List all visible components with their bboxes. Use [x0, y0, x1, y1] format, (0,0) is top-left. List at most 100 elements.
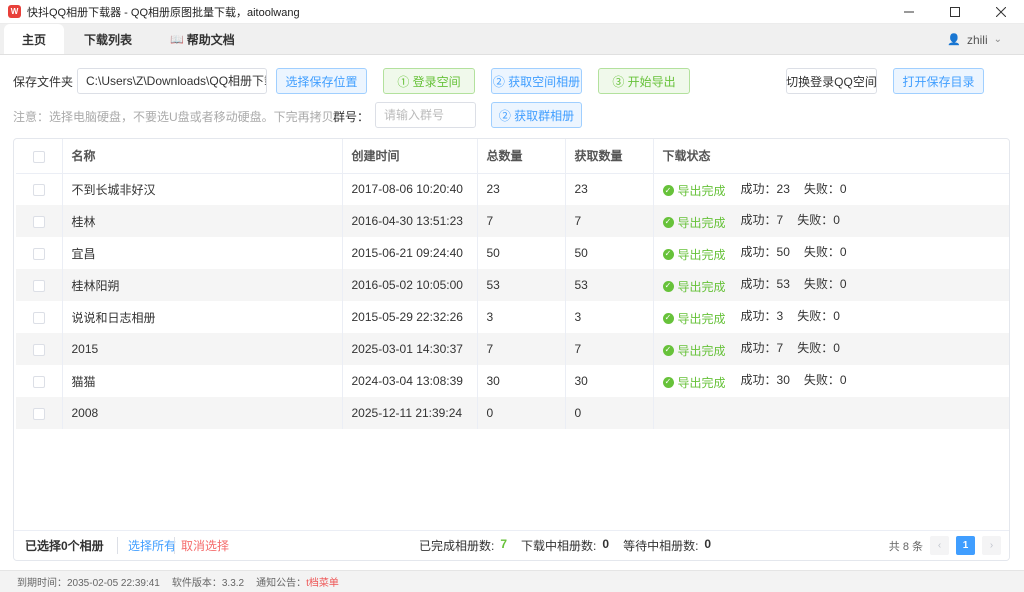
row-checkbox[interactable]	[32, 184, 45, 197]
table-row[interactable]: 桂林阳朔 2016-05-02 10:05:00 53 53 ✓ 导出完成 成功：5…	[16, 269, 1009, 301]
row-checkbox[interactable]	[32, 407, 45, 420]
notice-link[interactable]: t档菜单	[306, 574, 339, 589]
downloading-label: 下载中相册数:	[521, 539, 597, 553]
album-name: 说说和日志相册	[62, 301, 343, 333]
row-checkbox[interactable]	[32, 375, 45, 388]
album-total: 23	[477, 173, 566, 205]
success-count: 成功：53	[740, 277, 790, 292]
album-table-card: 名称 创建时间 总数量 获取数量 下载状态 不到长城非好汉 2017-08-06…	[13, 138, 1010, 561]
folder-label: 保存文件夹	[13, 74, 74, 89]
start-export-button[interactable]: ③ 开始导出	[598, 68, 690, 94]
table-row[interactable]: 说说和日志相册 2015-05-29 22:32:26 3 3 ✓ 导出完成 成功：…	[16, 301, 1009, 333]
album-created: 2016-04-30 13:51:23	[342, 205, 478, 237]
row-checkbox[interactable]	[32, 215, 45, 228]
select-all-checkbox[interactable]	[32, 150, 45, 163]
waiting-label: 等待中相册数:	[623, 539, 699, 553]
status-text: 导出完成	[677, 184, 726, 198]
select-all-checkbox-cell[interactable]	[16, 139, 63, 174]
get-space-albums-button[interactable]: ② 获取空间相册	[491, 68, 582, 94]
switch-account-button[interactable]: 切换登录QQ空间	[786, 68, 877, 94]
tab-download-list[interactable]: 下载列表	[66, 24, 150, 54]
total-count: 共 8 条	[888, 540, 923, 553]
table-row[interactable]: 猫猫 2024-03-04 13:08:39 30 30 ✓ 导出完成 成功：30 失…	[16, 365, 1009, 397]
album-total: 3	[477, 301, 566, 333]
column-header-created: 创建时间	[342, 139, 478, 174]
table-row[interactable]: 宜昌 2015-06-21 09:24:40 50 50 ✓ 导出完成 成功：50 失…	[16, 237, 1009, 269]
album-status: ✓ 导出完成 成功：7 失败：0	[653, 333, 1009, 365]
album-table: 名称 创建时间 总数量 获取数量 下载状态 不到长城非好汉 2017-08-06…	[16, 139, 1009, 429]
folder-label-row: 保存文件夹	[13, 68, 73, 94]
album-fetched: 7	[565, 205, 654, 237]
album-status: ✓ 导出完成 成功：50 失败：0	[653, 237, 1009, 269]
tab-label: 主页	[22, 32, 47, 47]
check-circle-icon: ✓	[662, 248, 674, 260]
album-fetched: 50	[565, 237, 654, 269]
chevron-down-icon: ⌄	[993, 34, 1002, 45]
user-icon: 👤	[947, 34, 961, 46]
table-header-row: 名称 创建时间 总数量 获取数量 下载状态	[16, 139, 1009, 174]
check-circle-icon: ✓	[662, 216, 674, 228]
row-checkbox[interactable]	[32, 311, 45, 324]
waiting-count: 0	[704, 537, 712, 551]
fail-count: 失败：0	[803, 181, 847, 196]
table-row[interactable]: 桂林 2016-04-30 13:51:23 7 7 ✓ 导出完成 成功：7 失败：0	[16, 205, 1009, 237]
album-status	[653, 397, 1009, 429]
album-status: ✓ 导出完成 成功：53 失败：0	[653, 269, 1009, 301]
album-name: 宜昌	[62, 237, 343, 269]
check-circle-icon: ✓	[662, 280, 674, 292]
success-count: 成功：50	[740, 245, 790, 260]
album-status: ✓ 导出完成 成功：23 失败：0	[653, 173, 1009, 205]
selected-count: 已选择0个相册	[25, 539, 104, 553]
login-space-button[interactable]: ① 登录空间	[383, 68, 475, 94]
album-fetched: 30	[565, 365, 654, 397]
choose-folder-button[interactable]: 选择保存位置	[276, 68, 367, 94]
folder-path-field[interactable]: C:\Users\Z\Downloads\QQ相册下载	[77, 68, 267, 94]
album-status: ✓ 导出完成 成功：7 失败：0	[653, 205, 1009, 237]
select-all-link[interactable]: 选择所有	[117, 537, 176, 554]
get-group-albums-button[interactable]: ② 获取群相册	[491, 102, 582, 128]
group-number-input[interactable]	[375, 102, 476, 128]
cancel-select-link[interactable]: 取消选择	[174, 537, 229, 554]
title-bar: W 快抖QQ相册下载器 - QQ相册原图批量下载，aitoolwang	[0, 0, 1024, 24]
window-title: 快抖QQ相册下载器 - QQ相册原图批量下载，aitoolwang	[27, 6, 300, 19]
table-row[interactable]: 2015 2025-03-01 14:30:37 7 7 ✓ 导出完成 成功：7 失败…	[16, 333, 1009, 365]
tab-help-docs[interactable]: 📖 帮助文档	[152, 24, 253, 54]
success-count: 成功：7	[740, 341, 784, 356]
album-name: 2015	[62, 333, 343, 365]
success-count: 成功：7	[740, 213, 784, 228]
album-created: 2015-05-29 22:32:26	[342, 301, 478, 333]
check-circle-icon: ✓	[662, 312, 674, 324]
storage-notice: 注意：选择电脑硬盘，不要选U盘或者移动硬盘。下完再拷贝	[13, 110, 334, 124]
open-folder-button[interactable]: 打开保存目录	[893, 68, 984, 94]
table-row[interactable]: 2008 2025-12-11 21:39:24 0 0	[16, 397, 1009, 429]
fail-count: 失败：0	[797, 341, 840, 356]
column-header-name: 名称	[62, 139, 343, 174]
close-button[interactable]	[978, 0, 1024, 24]
album-created: 2025-12-11 21:39:24	[342, 397, 478, 429]
album-name: 桂林阳朔	[62, 269, 343, 301]
album-name: 桂林	[62, 205, 343, 237]
page-button-1[interactable]: 1	[956, 536, 975, 555]
row-checkbox[interactable]	[32, 279, 45, 292]
user-menu[interactable]: 👤 zhili ⌄	[947, 24, 1002, 55]
table-row[interactable]: 不到长城非好汉 2017-08-06 10:20:40 23 23 ✓ 导出完成成…	[16, 173, 1009, 205]
album-status: ✓ 导出完成 成功：30 失败：0	[653, 365, 1009, 397]
album-fetched: 0	[565, 397, 654, 429]
album-total: 50	[477, 237, 566, 269]
prev-page-button[interactable]: ‹	[930, 536, 949, 555]
album-name: 猫猫	[62, 365, 343, 397]
minimize-button[interactable]	[886, 0, 932, 24]
status-bar: 到期时间：2035-02-05 22:39:41 软件版本：3.3.2 通知公告…	[0, 570, 1024, 592]
album-fetched: 23	[565, 173, 654, 205]
column-header-total: 总数量	[477, 139, 566, 174]
row-checkbox[interactable]	[32, 247, 45, 260]
next-page-button[interactable]: ›	[982, 536, 1001, 555]
column-header-fetched: 获取数量	[565, 139, 654, 174]
row-checkbox[interactable]	[32, 343, 45, 356]
album-created: 2015-06-21 09:24:40	[342, 237, 478, 269]
status-text: 导出完成	[677, 375, 726, 390]
tab-home[interactable]: 主页	[4, 24, 65, 54]
album-fetched: 7	[565, 333, 654, 365]
done-label: 已完成相册数:	[419, 539, 495, 553]
maximize-button[interactable]	[932, 0, 978, 24]
